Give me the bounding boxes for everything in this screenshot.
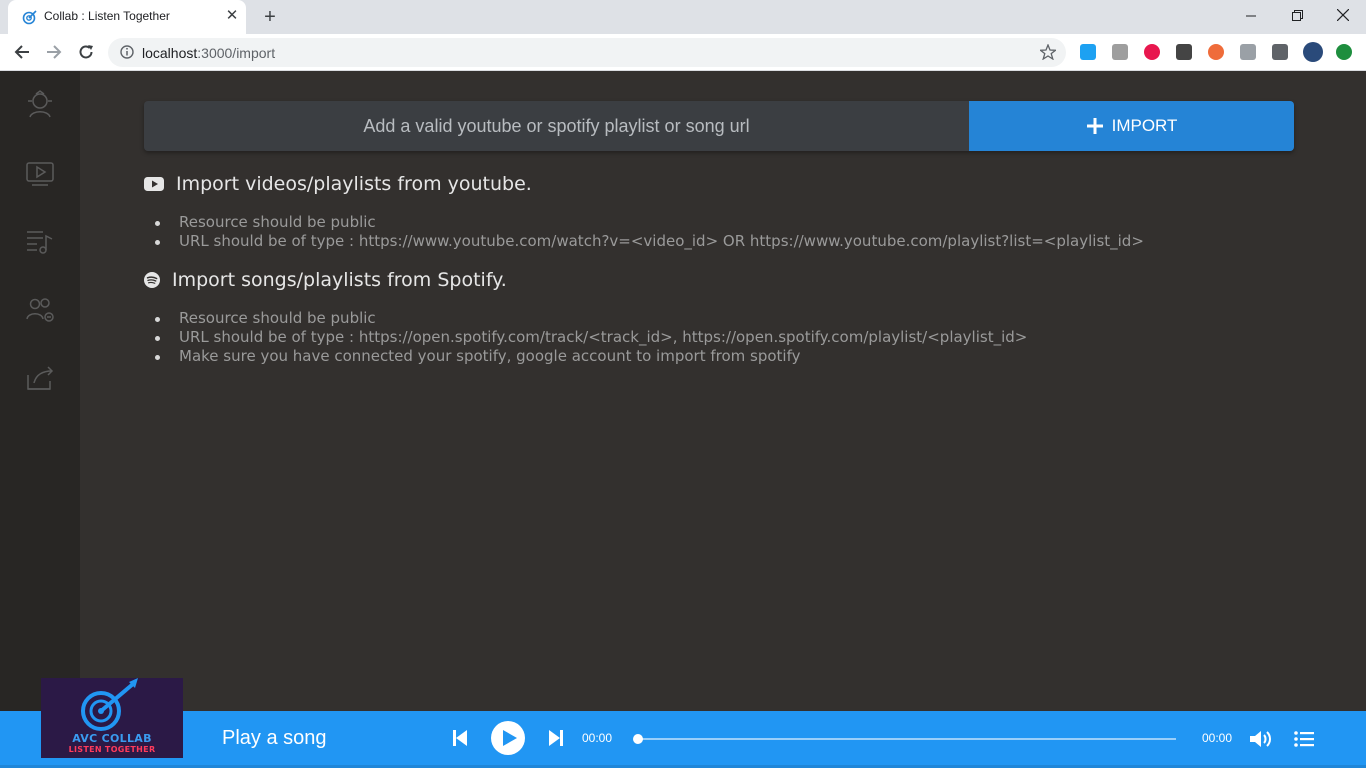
reload-icon bbox=[79, 45, 93, 59]
extensions-puzzle-icon[interactable] bbox=[1272, 44, 1288, 60]
close-icon bbox=[1336, 8, 1350, 22]
restore-icon bbox=[1291, 10, 1303, 21]
spotify-section-title: Import songs/playlists from Spotify. bbox=[172, 269, 507, 291]
reload-button[interactable] bbox=[74, 40, 98, 64]
skip-next-icon bbox=[549, 730, 563, 746]
youtube-section-title: Import videos/playlists from youtube. bbox=[176, 173, 532, 195]
playlist-icon[interactable] bbox=[24, 225, 56, 257]
back-arrow-icon bbox=[14, 45, 29, 59]
youtube-icon bbox=[144, 177, 164, 191]
profile-avatar[interactable] bbox=[1303, 42, 1323, 62]
import-url-input[interactable] bbox=[144, 101, 969, 151]
queue-button[interactable] bbox=[1292, 727, 1316, 751]
youtube-section-heading: Import videos/playlists from youtube. bbox=[144, 173, 532, 195]
video-icon[interactable] bbox=[24, 157, 56, 189]
spotify-icon bbox=[144, 272, 160, 288]
restore-button[interactable] bbox=[1274, 0, 1320, 32]
address-bar[interactable]: localhost:3000/import bbox=[108, 38, 1066, 67]
extension-3-icon[interactable] bbox=[1144, 44, 1160, 60]
app-sidebar bbox=[0, 71, 80, 711]
url-path: :3000/import bbox=[197, 45, 276, 61]
url-host: localhost bbox=[142, 45, 198, 61]
logo-title: AVC COLLAB bbox=[72, 732, 152, 745]
list-item: Resource should be public bbox=[154, 309, 1027, 328]
list-item: Resource should be public bbox=[155, 213, 1144, 232]
spotify-rules-list: Resource should be public URL should be … bbox=[154, 309, 1028, 366]
play-icon bbox=[502, 730, 517, 746]
back-button[interactable] bbox=[10, 40, 34, 64]
seek-bar[interactable] bbox=[633, 734, 1176, 744]
extension-2-icon[interactable] bbox=[1112, 44, 1128, 60]
logo-tagline: LISTEN TOGETHER bbox=[68, 745, 156, 754]
list-item: Make sure you have connected your spotif… bbox=[154, 347, 1027, 366]
import-button[interactable]: IMPORT bbox=[969, 101, 1294, 151]
guitar-target-logo-icon bbox=[81, 678, 138, 731]
import-button-label: IMPORT bbox=[1111, 116, 1178, 135]
import-icon[interactable] bbox=[24, 361, 56, 393]
extension-1-icon[interactable] bbox=[1080, 44, 1096, 60]
camera-extension-icon[interactable] bbox=[1240, 44, 1256, 60]
queue-list-icon bbox=[1294, 731, 1314, 747]
volume-button[interactable] bbox=[1249, 727, 1273, 751]
minimize-button[interactable] bbox=[1228, 0, 1274, 32]
forward-arrow-icon bbox=[47, 45, 62, 59]
youtube-rules-list: Resource should be public URL should be … bbox=[155, 213, 1144, 251]
app-favicon-icon bbox=[22, 10, 37, 25]
tab-close-icon[interactable]: ✕ bbox=[224, 8, 240, 24]
close-window-button[interactable] bbox=[1320, 0, 1366, 32]
site-info-icon[interactable] bbox=[120, 45, 134, 59]
play-button[interactable] bbox=[491, 721, 525, 755]
music-player-bar: Play a song 00:00 00:00 bbox=[0, 711, 1366, 768]
minimize-icon bbox=[1246, 15, 1256, 17]
new-tab-button[interactable]: + bbox=[260, 7, 280, 27]
browser-tab[interactable]: Collab : Listen Together ✕ bbox=[8, 0, 246, 34]
spotify-section-heading: Import songs/playlists from Spotify. bbox=[144, 269, 507, 291]
list-item: URL should be of type : https://www.yout… bbox=[155, 232, 1144, 250]
extension-m-icon[interactable] bbox=[1176, 44, 1192, 60]
import-form: IMPORT bbox=[144, 101, 1294, 151]
import-page: IMPORT Import videos/playlists from yout… bbox=[80, 71, 1366, 711]
users-icon[interactable] bbox=[24, 293, 56, 325]
seek-bar-thumb[interactable] bbox=[633, 734, 643, 744]
tab-title: Collab : Listen Together bbox=[44, 9, 170, 23]
current-time: 00:00 bbox=[582, 731, 613, 745]
now-playing-title: Play a song bbox=[222, 727, 327, 749]
profile-icon[interactable] bbox=[24, 88, 56, 120]
list-item: URL should be of type : https://open.spo… bbox=[154, 328, 1028, 346]
next-track-button[interactable] bbox=[546, 727, 566, 749]
bookmark-star-icon[interactable] bbox=[1040, 44, 1056, 60]
forward-button[interactable] bbox=[42, 40, 66, 64]
browser-toolbar: localhost:3000/import bbox=[0, 34, 1366, 71]
update-icon[interactable] bbox=[1336, 44, 1352, 60]
skip-previous-icon bbox=[453, 730, 467, 746]
previous-track-button[interactable] bbox=[450, 727, 470, 749]
total-time: 00:00 bbox=[1202, 731, 1233, 745]
browser-tab-strip: Collab : Listen Together ✕ + bbox=[0, 0, 1366, 34]
app-logo[interactable]: AVC COLLAB LISTEN TOGETHER bbox=[41, 678, 183, 758]
extension-5-icon[interactable] bbox=[1208, 44, 1224, 60]
plus-icon bbox=[1086, 118, 1103, 134]
volume-icon bbox=[1250, 731, 1271, 747]
url-text[interactable]: localhost:3000/import bbox=[142, 45, 275, 61]
